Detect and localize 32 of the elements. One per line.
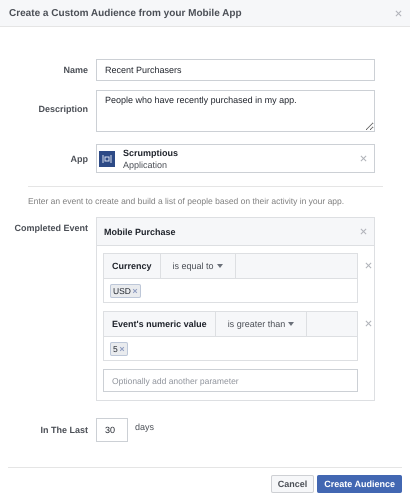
parameter-field[interactable]: Optionally add another parameter — [103, 369, 358, 392]
remove-icon[interactable] — [365, 262, 372, 269]
value-token[interactable]: 5 — [110, 342, 128, 356]
create-button[interactable]: Create Audience — [317, 475, 402, 493]
token-text: USD — [113, 286, 131, 296]
days-field[interactable]: 30 — [96, 418, 128, 442]
hint-text: Enter an event to create and build a list of people based on their activity in your app. — [28, 196, 346, 206]
app-icon — [99, 150, 115, 166]
event-name: Mobile Purchase — [104, 226, 176, 236]
field-label: In The Last — [39, 425, 89, 435]
caret-icon — [288, 322, 294, 326]
remove-icon[interactable] — [118, 346, 125, 352]
token-text: 5 — [113, 344, 118, 354]
field-label: App — [70, 154, 89, 164]
caret-icon — [216, 264, 223, 268]
remove-icon[interactable] — [365, 320, 372, 327]
close-icon[interactable] — [395, 10, 402, 16]
remove-icon[interactable] — [360, 228, 367, 235]
remove-icon[interactable] — [360, 155, 367, 162]
app-name: Scrumptious — [123, 146, 180, 158]
app-type: Application — [123, 158, 168, 170]
field-label: Description — [37, 103, 89, 114]
name-field[interactable]: Recent Purchasers — [96, 59, 375, 81]
description-field[interactable]: People who have recently purchased in my app. — [96, 90, 375, 132]
cancel-button[interactable]: Cancel — [270, 475, 314, 493]
value-token[interactable]: USD — [110, 284, 141, 298]
unit-label: days — [135, 422, 154, 432]
dialog-title: Create a Custom Audience from your Mobile App — [9, 8, 242, 18]
app-field[interactable]: Scrumptious Application — [96, 144, 375, 173]
field-label: Completed Event — [13, 222, 89, 233]
remove-icon[interactable] — [132, 288, 138, 294]
field-label: Name — [62, 65, 89, 75]
